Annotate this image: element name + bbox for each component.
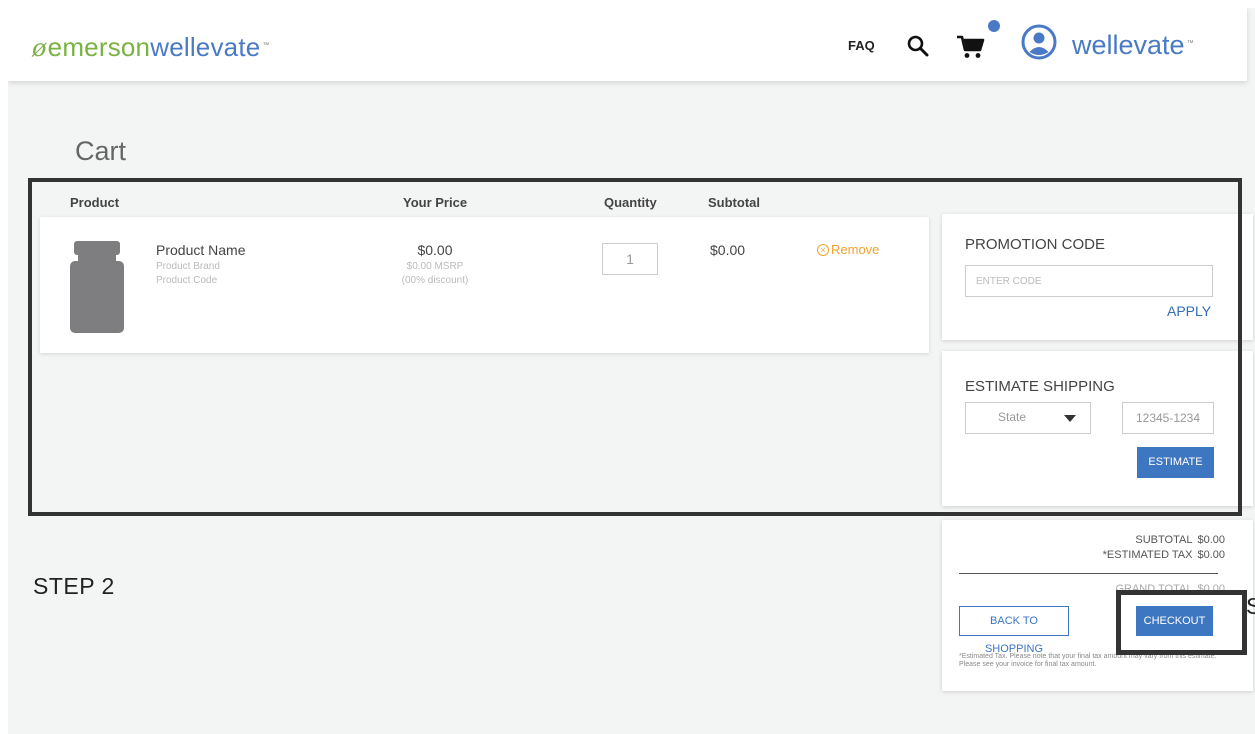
back-to-shopping-button[interactable]: BACK TO SHOPPING: [959, 606, 1069, 655]
cart-page: øemersonwellevate ™ FAQ wellevate ™ Cart P…: [8, 8, 1255, 734]
step-label-clipped: S: [1246, 593, 1255, 619]
tax-disclaimer: *Estimated Tax. Please note that your fi…: [959, 653, 1217, 668]
page-title: Cart: [75, 136, 127, 166]
shopping-cart-icon[interactable]: [956, 34, 986, 60]
site-header: øemersonwellevate ™ FAQ wellevate ™: [8, 8, 1247, 81]
emerson-wellevate-logo[interactable]: øemersonwellevate ™: [32, 32, 270, 63]
wellevate-brand[interactable]: wellevate ™: [1072, 30, 1194, 61]
summary-divider: [959, 573, 1218, 574]
cart-notification-dot: [988, 20, 1000, 32]
logo-mark-icon: ø: [32, 34, 47, 62]
search-icon[interactable]: [906, 34, 930, 58]
account-avatar-icon[interactable]: [1021, 24, 1057, 60]
faq-link[interactable]: FAQ: [848, 38, 875, 53]
summary-subtotal-row: SUBTOTAL $0.00: [1135, 534, 1225, 546]
summary-tax-row: *ESTIMATED TAX $0.00: [1102, 549, 1225, 561]
checkout-highlight-box: [1116, 590, 1247, 655]
step-highlight-box: [28, 178, 1242, 516]
step-2-label: STEP 2: [33, 573, 115, 599]
